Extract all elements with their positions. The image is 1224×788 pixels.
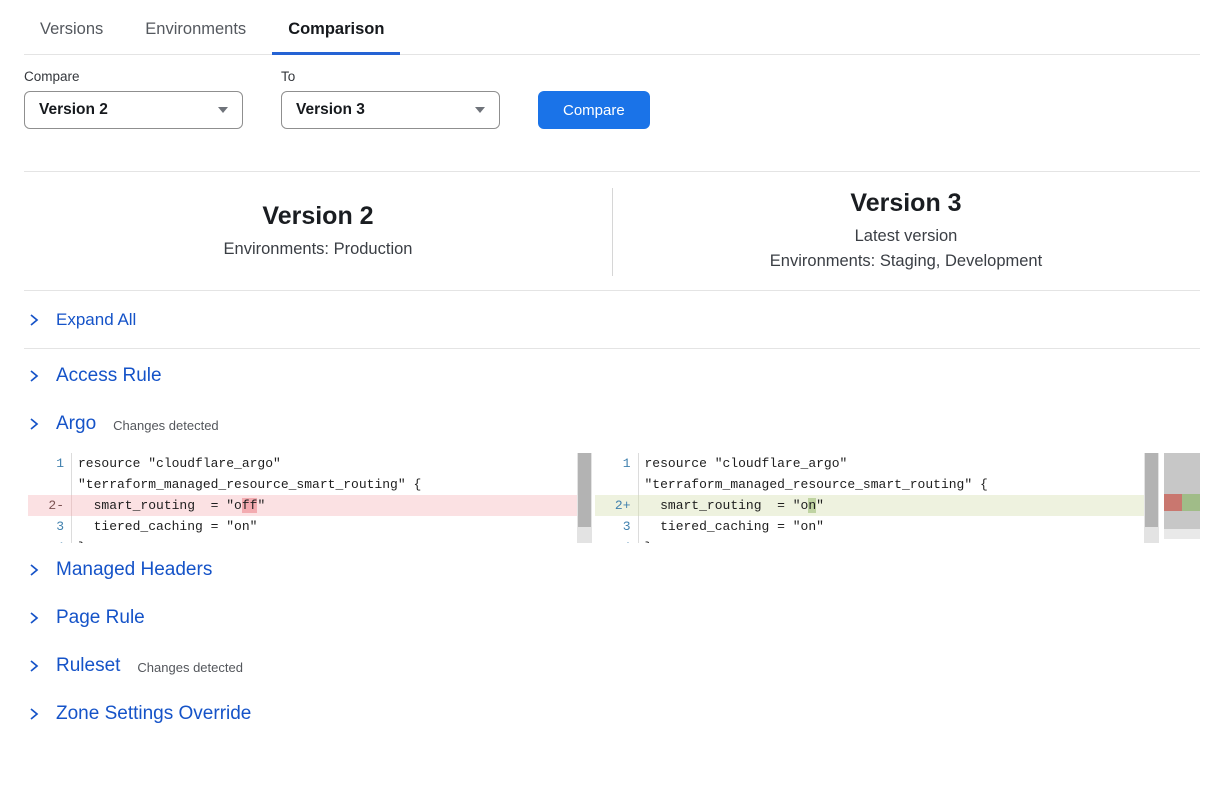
to-version-select[interactable]: Version 3 (281, 91, 500, 129)
tab-versions[interactable]: Versions (24, 16, 119, 54)
code-text: resource "cloudflare_argo" (639, 453, 1145, 474)
section-ruleset[interactable]: Ruleset Changes detected (24, 645, 1200, 687)
diff-line: 3 tiered_caching = "on" (595, 516, 1145, 537)
chevron-right-icon (28, 369, 39, 383)
line-number: 4 (28, 537, 72, 543)
tab-comparison[interactable]: Comparison (272, 16, 400, 54)
section-label: Access Rule (56, 365, 162, 387)
line-number: 3 (28, 516, 72, 537)
chevron-right-icon (28, 563, 39, 577)
removed-word-highlight: ff (242, 498, 258, 513)
diff-line: 1 resource "cloudflare_argo" (28, 453, 577, 474)
diff-line-wrap: "terraform_managed_resource_smart_routin… (595, 474, 1145, 495)
diff-line: 4 } (595, 537, 1145, 543)
section-argo[interactable]: Argo Changes detected (24, 403, 1200, 445)
comparison-page: Versions Environments Comparison Compare… (0, 0, 1224, 735)
diff-line: 4 } (28, 537, 577, 543)
compare-label: Compare (24, 69, 243, 84)
code-text: "terraform_managed_resource_smart_routin… (72, 474, 577, 495)
diff-line-added: 2+ smart_routing = "on" (595, 495, 1145, 516)
to-label: To (281, 69, 500, 84)
diff-line-wrap: "terraform_managed_resource_smart_routin… (28, 474, 577, 495)
argo-diff-viewer: 1 resource "cloudflare_argo" "terraform_… (28, 453, 1200, 543)
version-right-header: Version 3 Latest version Environments: S… (612, 189, 1200, 271)
tab-environments[interactable]: Environments (129, 16, 262, 54)
diff-right-scrollbar[interactable] (1144, 453, 1159, 543)
chevron-right-icon (28, 313, 39, 327)
tab-bar: Versions Environments Comparison (24, 0, 1200, 55)
expand-all-label: Expand All (56, 310, 136, 330)
section-label: Argo (56, 413, 96, 435)
code-text: resource "cloudflare_argo" (72, 453, 577, 474)
chevron-right-icon (28, 707, 39, 721)
section-badge: Changes detected (113, 415, 219, 433)
to-field: To Version 3 (281, 69, 500, 129)
divider (24, 348, 1200, 349)
diff-overview-ruler[interactable] (1164, 453, 1200, 543)
section-access-rule[interactable]: Access Rule (24, 355, 1200, 397)
version-right-environments: Environments: Staging, Development (612, 252, 1200, 271)
code-text: smart_routing = "on" (639, 495, 1145, 516)
expand-all-button[interactable]: Expand All (24, 291, 1200, 348)
version-right-subtitle: Latest version (612, 227, 1200, 246)
version-left-environments: Environments: Production (24, 240, 612, 259)
line-number: 1 (595, 453, 639, 474)
compare-field: Compare Version 2 (24, 69, 243, 129)
compare-form: Compare Version 2 To Version 3 Compare (24, 69, 1200, 129)
section-managed-headers[interactable]: Managed Headers (24, 549, 1200, 591)
version-left-header: Version 2 Environments: Production (24, 202, 612, 259)
code-text: tiered_caching = "on" (72, 516, 577, 537)
section-label: Zone Settings Override (56, 703, 251, 725)
diff-right-pane: 1 resource "cloudflare_argo" "terraform_… (595, 453, 1160, 543)
section-label: Ruleset (56, 655, 120, 677)
diff-left-code: 1 resource "cloudflare_argo" "terraform_… (28, 453, 577, 543)
diff-left-pane: 1 resource "cloudflare_argo" "terraform_… (28, 453, 592, 543)
chevron-right-icon (28, 417, 39, 431)
added-word-highlight: n (808, 498, 816, 513)
code-text: tiered_caching = "on" (639, 516, 1145, 537)
chevron-right-icon (28, 659, 39, 673)
line-number: 1 (28, 453, 72, 474)
scrollbar-thumb[interactable] (1145, 453, 1158, 527)
minimap-deletion-mark (1164, 494, 1182, 511)
diff-line-removed: 2- smart_routing = "off" (28, 495, 577, 516)
line-number (595, 474, 639, 495)
compare-version-select[interactable]: Version 2 (24, 91, 243, 129)
minimap-addition-mark (1182, 494, 1200, 511)
diff-left-scrollbar[interactable] (577, 453, 592, 543)
compare-button[interactable]: Compare (538, 91, 650, 129)
section-label: Page Rule (56, 607, 145, 629)
version-headers: Version 2 Environments: Production Versi… (24, 172, 1200, 290)
to-version-value: Version 3 (296, 101, 365, 119)
chevron-right-icon (28, 611, 39, 625)
code-text: "terraform_managed_resource_smart_routin… (639, 474, 1145, 495)
line-number: 4 (595, 537, 639, 543)
section-zone-settings-override[interactable]: Zone Settings Override (24, 693, 1200, 735)
vertical-divider (612, 188, 613, 276)
line-number: 2- (28, 495, 72, 516)
diff-line: 1 resource "cloudflare_argo" (595, 453, 1145, 474)
compare-version-value: Version 2 (39, 101, 108, 119)
scrollbar-thumb[interactable] (578, 453, 591, 527)
diff-line: 3 tiered_caching = "on" (28, 516, 577, 537)
diff-right-code: 1 resource "cloudflare_argo" "terraform_… (595, 453, 1145, 543)
version-left-title: Version 2 (24, 202, 612, 231)
code-text: } (72, 537, 577, 543)
line-number (28, 474, 72, 495)
section-badge: Changes detected (137, 657, 243, 675)
line-number: 3 (595, 516, 639, 537)
chevron-down-icon (475, 107, 485, 113)
section-label: Managed Headers (56, 559, 212, 581)
section-page-rule[interactable]: Page Rule (24, 597, 1200, 639)
version-right-title: Version 3 (612, 189, 1200, 218)
code-text: smart_routing = "off" (72, 495, 577, 516)
code-text: } (639, 537, 1145, 543)
line-number: 2+ (595, 495, 639, 516)
chevron-down-icon (218, 107, 228, 113)
